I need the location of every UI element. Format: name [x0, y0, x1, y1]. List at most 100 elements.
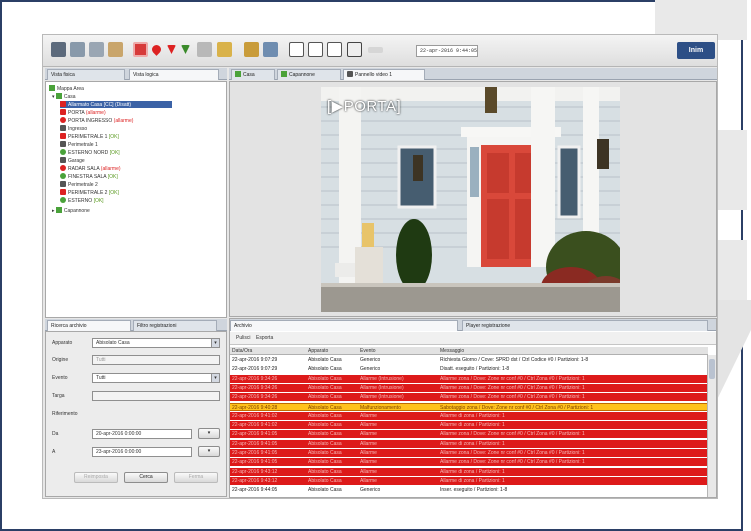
targa-input[interactable]	[92, 391, 220, 401]
cell-msg: Allarme di zona / Partizioni: 1	[440, 468, 505, 475]
calendar-icon[interactable]	[108, 42, 123, 57]
tree-item[interactable]: RADAR SALA (allarme)	[60, 165, 121, 172]
menu-pulisci[interactable]: Pulisci	[236, 335, 250, 341]
tree-capannone[interactable]: ▸ Capannone	[52, 207, 90, 214]
casa-tab-icon	[235, 71, 241, 77]
table-row[interactable]: 22-apr-2016 9:34:26 Abisolato Casa Allarme…	[230, 393, 708, 402]
alarm-panel-icon[interactable]	[133, 42, 148, 57]
tree-item-label: Perimetrale 2	[68, 182, 98, 188]
page: 22-apr-2016 9:44:05 Inim Vista fisica Vi…	[0, 0, 751, 531]
heart-icon[interactable]	[150, 43, 163, 56]
tab-pannello-label: Pannello video 1	[355, 72, 392, 78]
cell-device: Abisolato Casa	[308, 477, 342, 484]
tree-item[interactable]: PORTA INGRESSO (allarme)	[60, 117, 133, 124]
tree-item[interactable]: Garage	[60, 157, 85, 164]
tab-vista-logica[interactable]: Vista logica	[129, 69, 219, 80]
table-row[interactable]: 22-apr-2016 9:41:05 Abisolato Casa Allarme…	[230, 458, 708, 467]
tree-item-status: [OK]	[109, 150, 120, 156]
tree-item[interactable]: PERIMETRALE 1 [OK]	[60, 133, 119, 140]
table-row[interactable]: 22-apr-2016 9:41:05 Abisolato Casa Allarme…	[230, 430, 708, 439]
tree-item[interactable]: ESTERNO [OK]	[60, 197, 104, 204]
chevron-down-icon: ▾	[211, 374, 219, 382]
scrollbar-thumb[interactable]	[709, 359, 715, 379]
porch-scene-image	[321, 87, 620, 312]
grid-icon[interactable]	[289, 42, 304, 57]
table-row[interactable]: 22-apr-2016 9:34:26 Abisolato Casa Allarme…	[230, 383, 708, 392]
tab-player-registrazione[interactable]: Player registrazione	[462, 320, 708, 331]
tab-filtro-registrazioni[interactable]: Filtro registrazioni	[133, 320, 217, 331]
tab-archivio[interactable]: Archivio	[230, 320, 458, 331]
sensors-icon[interactable]	[70, 42, 85, 57]
search-button[interactable]: Cerca	[124, 472, 168, 483]
tree-item[interactable]: ESTERNO NORD [OK]	[60, 149, 120, 156]
stop-button[interactable]: Ferma	[174, 472, 218, 483]
table-row[interactable]: 22-apr-2016 9:40:28 Abisolato Casa Malfunz…	[230, 402, 708, 411]
users-icon[interactable]	[51, 42, 66, 57]
cell-event: Allarme (Intrusione)	[360, 375, 404, 382]
menu-esporta[interactable]: Esporta	[256, 335, 273, 341]
table-row[interactable]: 22-apr-2016 9:07:29 Abisolato Casa Generic…	[230, 356, 708, 364]
folder-icon[interactable]	[217, 42, 232, 57]
col-dataora[interactable]: Data/Ora	[232, 347, 252, 355]
table-row[interactable]: 22-apr-2016 9:44:05 Abisolato Casa Generic…	[230, 486, 708, 495]
table-row[interactable]: 22-apr-2016 9:41:05 Abisolato Casa Allarme…	[230, 439, 708, 448]
tree-item[interactable]: Ingresso	[60, 125, 87, 132]
reset-button[interactable]: Reimposta	[74, 472, 118, 483]
tab-capannone[interactable]: Capannone	[277, 69, 341, 80]
tools-icon[interactable]	[244, 42, 259, 57]
tab-ricerca-archivio[interactable]: Ricerca archivio	[47, 320, 131, 331]
cell-msg: Sabotaggio zona / Dove: Zone nr conf #0 …	[440, 404, 594, 411]
tree-item-label: Perimetrale 1	[68, 142, 98, 148]
cell-event: Generico	[360, 366, 381, 373]
apparato-select[interactable]: Abisolato Casa ▾	[92, 338, 220, 348]
doc-icon[interactable]	[197, 42, 212, 57]
table-row[interactable]: 22-apr-2016 9:07:29 Abisolato Casa Generic…	[230, 365, 708, 374]
tree-item[interactable]: PORTA (allarme)	[60, 109, 106, 116]
tab-capannone-label: Capannone	[289, 72, 315, 78]
tree-item-label: PERIMETRALE 1	[68, 134, 109, 140]
video-icon[interactable]	[347, 42, 362, 57]
map-icon[interactable]	[263, 42, 278, 57]
tab-casa[interactable]: Casa	[231, 69, 275, 80]
layout-icon[interactable]	[308, 42, 323, 57]
tab-vista-fisica[interactable]: Vista fisica	[47, 69, 125, 80]
tree-item[interactable]: PERIMETRALE 2 [OK]	[60, 189, 119, 196]
table-row[interactable]: 22-apr-2016 9:34:26 Abisolato Casa Allarme…	[230, 374, 708, 383]
tree-item[interactable]: Perimetrale 2	[60, 181, 98, 188]
origine-select[interactable]: Tutti	[92, 355, 220, 365]
events-table-header: Data/Ora Apparato Evento Messaggio	[230, 347, 708, 355]
tree-root[interactable]: Mappa Area	[49, 85, 84, 92]
da-spinner-button[interactable]: ▾	[198, 428, 220, 439]
table-row[interactable]: 22-apr-2016 9:41:02 Abisolato Casa Allarme…	[230, 421, 708, 430]
camera-feed[interactable]: [▶PORTA]	[321, 87, 620, 312]
a-spinner-button[interactable]: ▾	[198, 446, 220, 457]
shield-ok-icon[interactable]	[181, 45, 190, 54]
tree-item-status: (allarme)	[100, 166, 121, 172]
evento-select[interactable]: Tutti ▾	[92, 373, 220, 383]
cell-device: Abisolato Casa	[308, 459, 342, 466]
screen-icon[interactable]	[327, 42, 342, 57]
col-messaggio[interactable]: Messaggio	[440, 347, 464, 355]
cell-event: Generico	[360, 357, 381, 363]
tree-item-label: FINESTRA SALA	[68, 174, 108, 180]
table-row[interactable]: 22-apr-2016 9:43:12 Abisolato Casa Allarme…	[230, 476, 708, 485]
da-date-input[interactable]: 20-apr-2016 0:00:00	[92, 429, 192, 439]
zones-icon[interactable]	[89, 42, 104, 57]
tree-item[interactable]: FINESTRA SALA [OK]	[60, 173, 118, 180]
table-row[interactable]: 22-apr-2016 9:41:05 Abisolato Casa Allarme…	[230, 449, 708, 457]
tree-item[interactable]: Perimetrale 1	[60, 141, 98, 148]
cell-event: Allarme (Intrusione)	[360, 394, 404, 401]
events-scrollbar[interactable]	[707, 355, 716, 497]
tab-pannello-video[interactable]: Pannello video 1	[343, 69, 425, 80]
table-row[interactable]: 22-apr-2016 9:41:02 Abisolato Casa Allarme…	[230, 411, 708, 420]
table-row[interactable]: 22-apr-2016 9:43:12 Abisolato Casa Allarme…	[230, 467, 708, 476]
shield-icon[interactable]	[167, 45, 176, 54]
tree-item[interactable]: Allarmato Casa [CC] (Disatt)	[60, 101, 172, 108]
col-apparato[interactable]: Apparato	[308, 347, 328, 355]
tree-item-label: Allarmato Casa [CC] (Disatt)	[68, 102, 132, 108]
a-date-input[interactable]: 23-apr-2016 0:00:00	[92, 447, 192, 457]
col-evento[interactable]: Evento	[360, 347, 376, 355]
tree-casa[interactable]: ▾ Casa	[52, 93, 76, 100]
map-root-icon	[49, 85, 55, 91]
cell-event: Generico	[360, 487, 381, 494]
